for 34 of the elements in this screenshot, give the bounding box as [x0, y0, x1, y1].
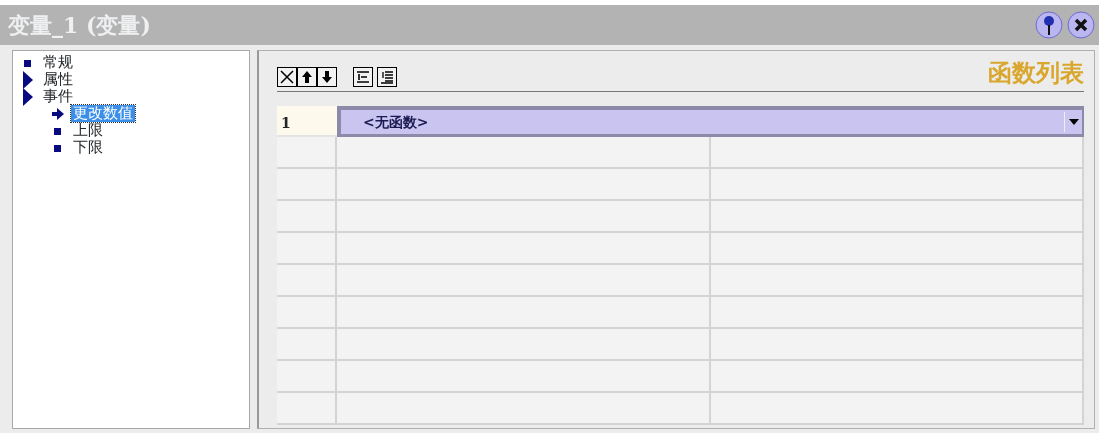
- move-up-button[interactable]: [297, 67, 317, 87]
- arrow-up-icon: [301, 70, 313, 84]
- table-cell: [277, 393, 337, 425]
- panel-heading: 函数列表: [988, 59, 1084, 87]
- list-icon: [380, 70, 394, 84]
- insert-line-button[interactable]: [353, 67, 373, 87]
- expand-icon: [21, 70, 35, 89]
- table-cell: [277, 201, 337, 233]
- tree-item[interactable]: 下限: [71, 139, 105, 156]
- row-number: 1: [277, 106, 337, 137]
- tree-item[interactable]: 事件: [41, 88, 75, 105]
- close-icon[interactable]: [1067, 11, 1095, 39]
- expand-icon: [21, 87, 35, 106]
- dropdown-icon[interactable]: [1064, 112, 1082, 132]
- table-cell: [277, 361, 337, 393]
- tree-item[interactable]: 属性: [41, 71, 75, 88]
- table-cell: [277, 329, 337, 361]
- table-cell: [277, 233, 337, 265]
- table-cell: [277, 169, 337, 201]
- window-title: 变量_1 (变量): [8, 10, 151, 40]
- pin-icon[interactable]: [1035, 11, 1063, 39]
- function-dropdown[interactable]: <无函数>: [337, 106, 1084, 137]
- arrow-icon: [51, 106, 65, 121]
- move-down-button[interactable]: [317, 67, 337, 87]
- delete-button[interactable]: [277, 67, 297, 87]
- delete-icon: [280, 70, 294, 84]
- tree-item[interactable]: 上限: [71, 122, 105, 139]
- table-cell: [277, 265, 337, 297]
- table-cell: [277, 137, 337, 169]
- tree-item[interactable]: 常规: [41, 54, 75, 71]
- arrow-down-icon: [321, 70, 333, 84]
- table-cell: [277, 297, 337, 329]
- insert-icon: [356, 70, 370, 84]
- list-button[interactable]: [377, 67, 397, 87]
